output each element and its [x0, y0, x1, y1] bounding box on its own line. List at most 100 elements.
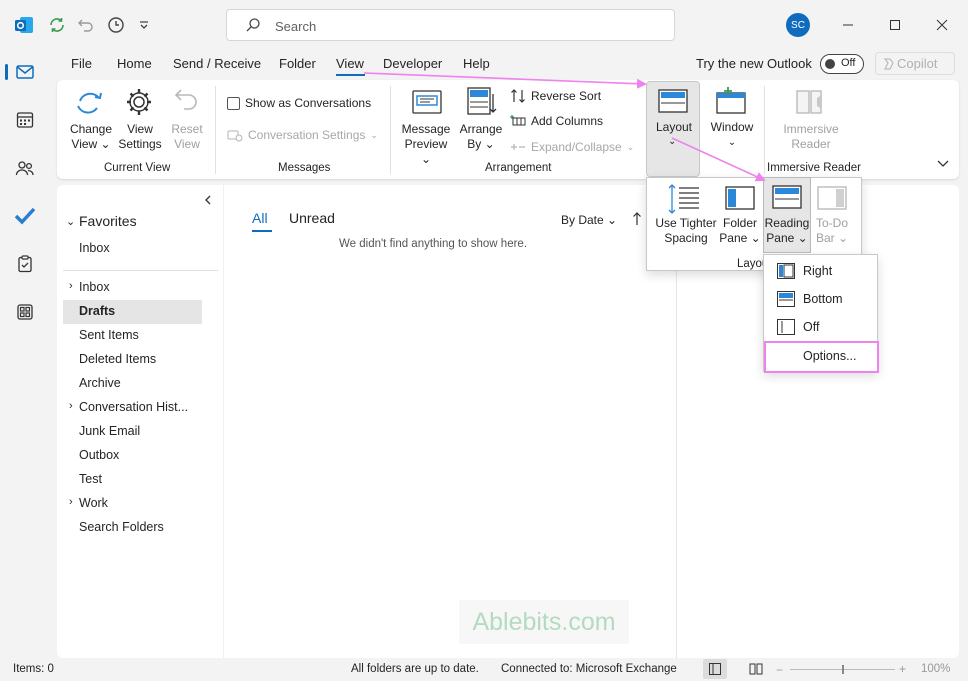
todo-bar-button[interactable]: To-Do Bar ⌄	[811, 216, 853, 246]
tighter-label-2: Spacing	[664, 231, 708, 245]
folder-outbox[interactable]: Outbox	[79, 448, 119, 462]
window-button[interactable]: Window ⌄	[705, 120, 759, 150]
view-settings-button[interactable]: View Settings	[115, 122, 165, 152]
tab-developer[interactable]: Developer	[383, 56, 442, 71]
tab-help[interactable]: Help	[463, 56, 490, 71]
minimize-icon[interactable]	[836, 13, 860, 37]
arrange-by-button[interactable]: Arrange By ⌄	[458, 122, 504, 152]
tab-send-receive[interactable]: Send / Receive	[173, 56, 261, 71]
tighter-label: Use Tighter	[655, 216, 717, 230]
reset-view-button[interactable]: Reset View	[165, 122, 209, 152]
arrange-by-icon	[467, 86, 497, 118]
favorites-header[interactable]: Favorites	[79, 213, 137, 229]
rail-todo[interactable]	[0, 198, 50, 234]
apps-grid-icon	[17, 304, 33, 320]
rail-tasks[interactable]	[0, 246, 50, 282]
show-as-conversations-checkbox[interactable]: Show as Conversations	[227, 96, 371, 110]
collapse-folder-pane-icon[interactable]	[204, 195, 212, 205]
reading-pane-options[interactable]: Options...	[764, 341, 879, 373]
folder-work[interactable]: Work	[79, 496, 108, 510]
folder-search-folders[interactable]: Search Folders	[79, 520, 164, 534]
immersive-reader-button[interactable]: Immersive Reader	[779, 122, 843, 152]
rail-mail[interactable]	[0, 54, 50, 90]
sync-icon[interactable]	[47, 15, 67, 35]
status-connection: Connected to: Microsoft Exchange	[501, 663, 677, 675]
sort-by-date-button[interactable]: By Date ⌄	[561, 213, 617, 227]
new-outlook-toggle[interactable]: Off	[820, 54, 864, 74]
layout-button[interactable]: Layout ⌄	[646, 81, 700, 177]
reverse-sort-label: Reverse Sort	[531, 89, 602, 103]
customize-qat-icon[interactable]	[134, 15, 154, 35]
reading-pane-button[interactable]: Reading Pane ⌄	[763, 177, 811, 253]
reading-pane-bottom-label: Bottom	[803, 292, 843, 306]
layout-label: Layout	[655, 120, 693, 134]
folder-conversation-history[interactable]: Conversation Hist...	[79, 400, 188, 414]
ribbon-separator	[390, 86, 391, 174]
zoom-in-icon[interactable]: +	[899, 662, 906, 676]
tab-unread[interactable]: Unread	[289, 210, 335, 226]
chevron-right-icon[interactable]: ›	[69, 280, 73, 292]
normal-view-button[interactable]	[703, 659, 727, 679]
ribbon-collapse-icon[interactable]	[937, 158, 949, 168]
reverse-sort-button[interactable]: Reverse Sort	[510, 88, 601, 104]
chevron-right-icon[interactable]: ›	[69, 400, 73, 412]
tab-file[interactable]: File	[71, 56, 92, 71]
arrange-by-label: Arrange	[459, 122, 503, 136]
reading-pane-bottom[interactable]: Bottom	[764, 285, 877, 313]
folder-test[interactable]: Test	[79, 472, 102, 486]
toggle-knob	[825, 59, 835, 69]
change-view-button[interactable]: Change View ⌄	[65, 122, 117, 152]
immersive-reader-label-2: Reader	[791, 137, 831, 151]
favorites-inbox[interactable]: Inbox	[79, 241, 110, 255]
folder-junk-email[interactable]: Junk Email	[79, 424, 140, 438]
copilot-button[interactable]: Copilot	[875, 52, 955, 75]
layout-icon	[658, 89, 688, 113]
zoom-slider[interactable]	[790, 665, 895, 674]
app-rail	[0, 50, 50, 658]
reading-pane-right[interactable]: Right	[764, 257, 877, 285]
mail-icon	[16, 65, 34, 79]
tab-home[interactable]: Home	[117, 56, 152, 71]
reading-pane-off[interactable]: Off	[764, 313, 877, 341]
folder-drafts[interactable]: Drafts	[79, 304, 115, 318]
close-icon[interactable]	[930, 13, 954, 37]
zoom-slider-thumb[interactable]	[842, 665, 844, 674]
folder-pane-icon	[725, 186, 755, 210]
message-preview-button[interactable]: Message Preview ⌄	[399, 122, 453, 167]
folder-archive[interactable]: Archive	[79, 376, 121, 390]
immersive-reader-label: Immersive	[783, 122, 839, 136]
group-current-view: Current View	[104, 162, 171, 174]
rail-people[interactable]	[0, 150, 50, 186]
reading-pane-label-wrap: Reading Pane ⌄	[764, 216, 810, 245]
status-items-count: Items: 0	[13, 663, 54, 675]
add-columns-button[interactable]: Add Columns	[510, 114, 603, 128]
conversation-settings-button[interactable]: Conversation Settings ⌄	[227, 128, 378, 142]
tab-view[interactable]: View	[336, 56, 364, 71]
empty-state-message: We didn't find anything to show here.	[339, 238, 528, 250]
expand-collapse-button[interactable]: Expand/Collapse ⌄	[510, 140, 634, 154]
folder-deleted-items[interactable]: Deleted Items	[79, 352, 156, 366]
expand-collapse-label: Expand/Collapse	[531, 140, 622, 154]
folder-pane-button[interactable]: Folder Pane ⌄	[719, 216, 761, 246]
maximize-icon[interactable]	[883, 13, 907, 37]
tab-all[interactable]: All	[252, 210, 268, 226]
rail-apps[interactable]	[0, 294, 50, 330]
undo-icon[interactable]	[76, 15, 96, 35]
change-view-label: Change	[69, 122, 113, 136]
use-tighter-spacing-button[interactable]: Use Tighter Spacing	[651, 216, 721, 246]
clock-icon[interactable]	[106, 15, 126, 35]
zoom-out-icon[interactable]: −	[776, 663, 783, 677]
reading-view-icon[interactable]	[749, 663, 763, 675]
message-preview-label: Message	[401, 122, 451, 136]
folder-inbox[interactable]: Inbox	[79, 280, 110, 294]
avatar[interactable]: SC	[786, 13, 810, 37]
folder-sent-items[interactable]: Sent Items	[79, 328, 139, 342]
tab-folder[interactable]: Folder	[279, 56, 316, 71]
chevron-right-icon[interactable]: ›	[69, 496, 73, 508]
view-settings-label: View	[127, 122, 153, 136]
sort-direction-icon[interactable]	[632, 212, 642, 226]
reading-pane-off-label: Off	[803, 320, 820, 334]
chevron-down-icon[interactable]: ⌄	[66, 215, 75, 228]
rail-calendar[interactable]	[0, 102, 50, 138]
search-input[interactable]: Search	[226, 9, 675, 41]
